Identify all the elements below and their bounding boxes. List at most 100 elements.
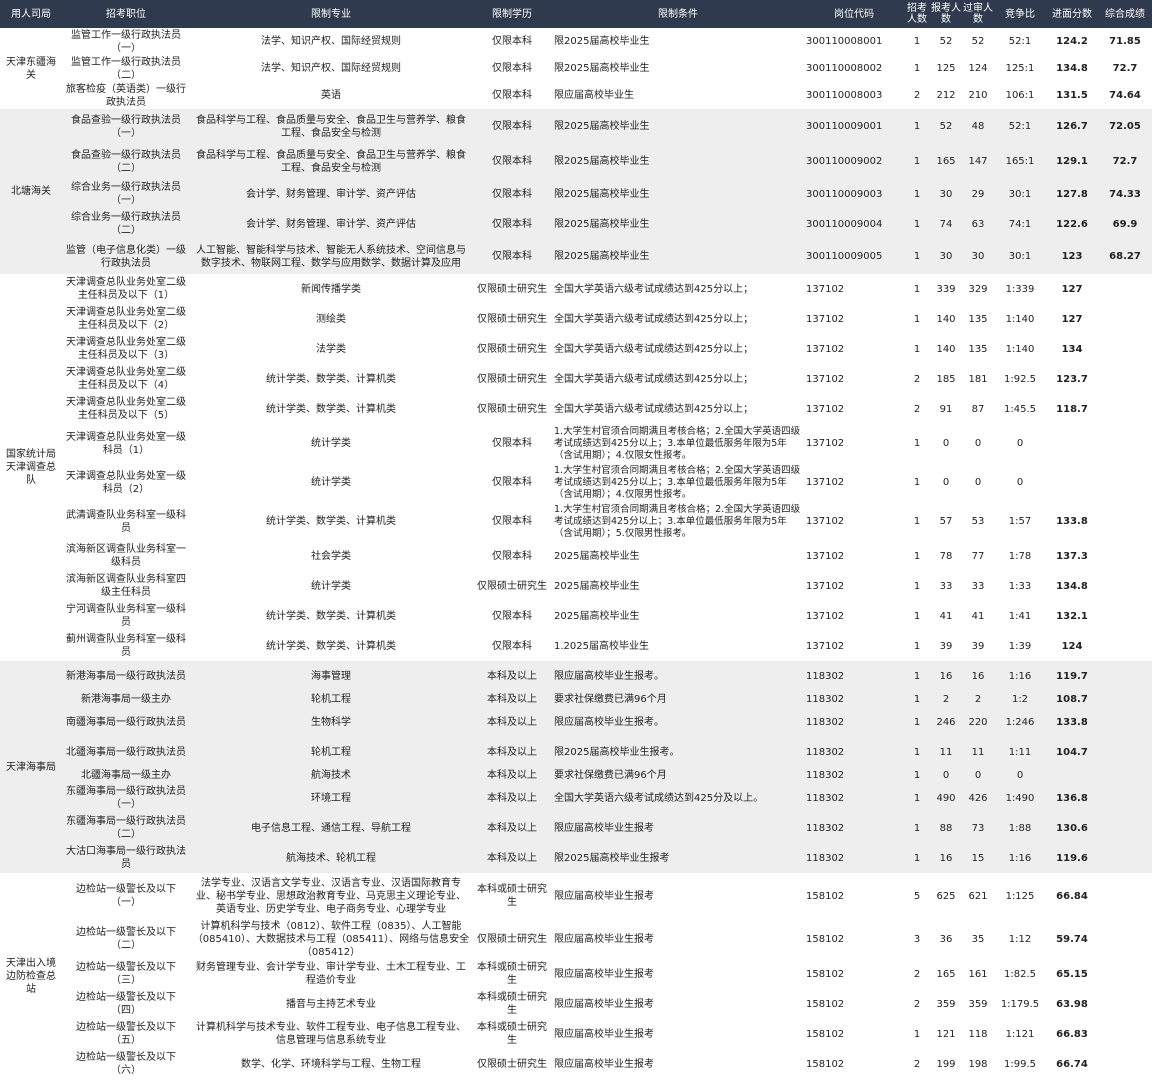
table-row: 东疆海事局一级行政执法员（二） 电子信息工程、通信工程、导航工程 本科及以上 限应届高… — [0, 813, 1152, 843]
interview-score-cell: 63.98 — [1056, 998, 1088, 1010]
conditions-cell: 限2025届高校毕业生 — [554, 63, 650, 74]
total-score-cell — [1098, 783, 1152, 813]
total-score-cell — [1098, 394, 1152, 424]
code-cell: 137102 — [806, 403, 845, 415]
major-cell: 社会学类 — [311, 550, 351, 562]
approved-cell: 220 — [962, 707, 994, 737]
education-cell: 仅限硕士研究生 — [477, 373, 547, 385]
conditions-cell: 全国大学英语六级考试成绩达到425分以上； — [554, 283, 754, 295]
major-cell: 英语 — [321, 90, 341, 101]
major-cell: 统计学类、数学类、计算机类 — [266, 403, 396, 415]
applicants-cell: 212 — [936, 90, 956, 101]
quota-cell: 1 — [904, 144, 930, 179]
approved-cell: 35 — [971, 933, 985, 945]
applicants-cell: 74 — [930, 209, 962, 239]
table-row: 监管工作一级行政执法员（二） 法学、知识产权、国际经贸规则 仅限本科 限2025届高校… — [0, 55, 1152, 82]
approved-cell: 426 — [962, 783, 994, 813]
total-score-cell: 69.9 — [1098, 209, 1152, 239]
approved-cell: 210 — [968, 90, 988, 101]
total-score-cell — [1098, 873, 1152, 919]
position-cell: 东疆海事局一级行政执法员（一） — [62, 783, 190, 813]
interview-score-cell: 127 — [1061, 283, 1083, 295]
code-cell: 300110009002 — [804, 144, 904, 179]
code-cell: 300110008001 — [806, 36, 883, 47]
position-cell: 食品查验一级行政执法员（一） — [62, 109, 190, 144]
education-cell: 仅限本科 — [492, 610, 532, 622]
ratio-cell: 30:1 — [994, 239, 1046, 274]
applicants-cell: 30 — [930, 239, 962, 274]
interview-score-cell: 133.8 — [1046, 707, 1098, 737]
approved-cell: 0 — [974, 438, 982, 449]
position-cell: 新港海事局一级主办 — [62, 691, 190, 707]
ratio-cell: 1:39 — [1008, 640, 1032, 652]
table-row: 南疆海事局一级行政执法员 生物科学 本科及以上 限应届高校毕业生报考。 118302 1 2… — [0, 707, 1152, 737]
table-row: 边检站一级警长及以下（四） 播音与主持艺术专业 本科或硕士研究生 限应届高校毕业生报考… — [0, 989, 1152, 1019]
code-cell: 137102 — [806, 313, 845, 325]
conditions-cell: 限应届高校毕业生报考 — [552, 813, 804, 843]
applicants-cell: 16 — [930, 661, 962, 691]
major-cell: 法学类 — [316, 343, 346, 355]
code-cell: 300110008002 — [806, 63, 883, 74]
conditions-cell: 全国大学英语六级考试成绩达到425分以上； — [554, 343, 754, 355]
conditions-cell: 1.大学生村官须合同期满且考核合格；2.全国大学英语四级考试成绩达到425分以上… — [554, 464, 801, 500]
conditions-cell: 限应届高校毕业生报考。 — [552, 661, 804, 691]
applicants-cell: 41 — [939, 610, 953, 622]
table-row: 天津出入境边防检查总站 边检站一级警长及以下（一） 法学专业、汉语言文学专业、汉语言… — [0, 873, 1152, 995]
quota-cell: 1 — [913, 63, 921, 74]
approved-cell: 2 — [962, 691, 994, 707]
total-score-cell — [1098, 601, 1152, 631]
quota-cell: 1 — [904, 783, 930, 813]
applicants-cell: 625 — [936, 890, 956, 902]
conditions-cell: 限2025届高校毕业生 — [552, 239, 804, 274]
interview-score-cell: 65.15 — [1056, 968, 1088, 980]
header-position: 招考职位 — [62, 0, 190, 28]
table-row: 监管（电子信息化类）一级行政执法员 人工智能、智能科学与技术、智能无人系统技术、空… — [0, 239, 1152, 274]
table-row: 宁河调查队业务科室一级科员 统计学类、数学类、计算机类 仅限本科 2025届高校毕业生… — [0, 601, 1152, 631]
applicants-cell: 199 — [936, 1058, 956, 1070]
dept-cell: 天津出入境边防检查总站 — [6, 957, 56, 995]
approved-cell: 0 — [962, 767, 994, 783]
header-dept: 用人司局 — [0, 0, 62, 28]
table-row: 国家统计局天津调查总队 天津调查总队业务处室二级主任科员及以下（1） 新闻传播学类仅… — [0, 274, 1152, 486]
total-score-cell — [1098, 631, 1152, 661]
header-approved: 过审人数 — [962, 0, 994, 28]
table-row: 蓟州调查队业务科室一级科员 统计学类、数学类、计算机类 仅限本科 1.2025届高校毕… — [0, 631, 1152, 661]
conditions-cell: 限应届高校毕业生报考 — [554, 1028, 654, 1040]
education-cell: 仅限硕士研究生 — [477, 933, 547, 945]
total-score-cell: 72.7 — [1112, 63, 1138, 74]
approved-cell: 41 — [971, 610, 985, 622]
major-cell: 航海技术、轮机工程 — [190, 843, 472, 873]
position-cell: 滨海新区调查队业务科室一级科员 — [66, 544, 186, 568]
approved-cell: 29 — [962, 179, 994, 209]
education-cell: 仅限硕士研究生 — [477, 343, 547, 355]
table-row: 食品查验一级行政执法员（二） 食品科学与工程、食品质量与安全、食品卫生与营养学、粮… — [0, 144, 1152, 179]
ratio-cell: 1:57 — [1008, 516, 1032, 527]
education-cell: 仅限硕士研究生 — [477, 403, 547, 415]
table-row: 旅客检疫（英语类）一级行政执法员 英语 仅限本科 限应届高校毕业生 3001100080… — [0, 82, 1152, 109]
quota-cell: 1 — [913, 343, 921, 355]
ratio-cell: 1:140 — [1005, 343, 1035, 355]
table-row: 武清调查队业务科室一级科员 统计学类、数学类、计算机类 仅限本科 1.大学生村官须合同… — [0, 502, 1152, 541]
approved-cell: 135 — [968, 343, 988, 355]
total-score-cell — [1098, 274, 1152, 304]
code-cell: 118302 — [804, 737, 904, 767]
interview-score-cell: 123 — [1046, 239, 1098, 274]
total-score-cell: 74.33 — [1098, 179, 1152, 209]
table-row: 边检站一级警长及以下（五） 计算机科学与技术专业、软件工程专业、电子信息工程专业、… — [0, 1019, 1152, 1049]
dept-cell: 北塘海关 — [0, 109, 62, 274]
code-cell: 158102 — [806, 1058, 845, 1070]
interview-score-cell: 133.8 — [1056, 516, 1088, 527]
interview-score-cell: 118.7 — [1056, 403, 1088, 415]
code-cell: 137102 — [806, 438, 845, 449]
ratio-cell: 1:11 — [994, 737, 1046, 767]
ratio-cell: 1:33 — [1008, 580, 1032, 592]
approved-cell: 147 — [962, 144, 994, 179]
conditions-cell: 全国大学英语六级考试成绩达到425分及以上。 — [552, 783, 804, 813]
total-score-cell — [1098, 919, 1152, 959]
table-row: 天津调查总队业务处室二级主任科员及以下（2） 测绘类 仅限硕士研究生 全国大学英语六级… — [0, 304, 1152, 334]
table-row: 天津调查总队业务处室二级主任科员及以下（4） 统计学类、数学类、计算机类 仅限硕士研… — [0, 364, 1152, 394]
header-interview-score: 进面分数 — [1046, 0, 1098, 28]
quota-cell: 1 — [913, 516, 921, 527]
ratio-cell: 74:1 — [994, 209, 1046, 239]
major-cell: 新闻传播学类 — [301, 283, 361, 295]
